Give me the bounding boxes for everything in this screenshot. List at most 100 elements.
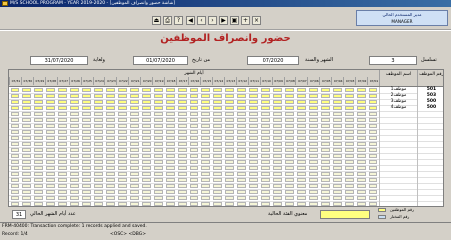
day-checkbox[interactable]	[285, 148, 294, 152]
day-checkbox[interactable]	[225, 172, 235, 176]
day-checkbox[interactable]	[58, 178, 68, 182]
day-checkbox[interactable]	[177, 88, 187, 92]
day-checkbox[interactable]	[320, 178, 330, 182]
day-checkbox[interactable]	[356, 178, 366, 182]
day-checkbox[interactable]	[58, 106, 68, 110]
day-checkbox[interactable]	[296, 100, 306, 104]
day-checkbox[interactable]	[332, 136, 342, 140]
day-checkbox[interactable]	[296, 106, 306, 110]
day-checkbox[interactable]	[320, 184, 330, 188]
day-checkbox[interactable]	[58, 148, 68, 152]
day-checkbox[interactable]	[296, 196, 306, 200]
day-checkbox[interactable]	[320, 196, 330, 200]
day-checkbox[interactable]	[273, 178, 282, 182]
day-checkbox[interactable]	[368, 154, 378, 158]
day-checkbox[interactable]	[320, 88, 330, 92]
day-checkbox[interactable]	[296, 118, 306, 122]
day-checkbox[interactable]	[105, 160, 115, 164]
day-checkbox[interactable]	[356, 94, 366, 98]
day-checkbox[interactable]	[58, 154, 68, 158]
day-checkbox[interactable]	[273, 118, 282, 122]
day-checkbox[interactable]	[320, 118, 330, 122]
day-checkbox[interactable]	[141, 166, 151, 170]
day-checkbox[interactable]	[368, 106, 378, 110]
day-checkbox[interactable]	[189, 118, 199, 122]
day-checkbox[interactable]	[153, 106, 163, 110]
day-checkbox[interactable]	[320, 106, 330, 110]
day-checkbox[interactable]	[249, 172, 259, 176]
day-checkbox[interactable]	[225, 88, 235, 92]
day-checkbox[interactable]	[320, 142, 330, 146]
day-checkbox[interactable]	[165, 172, 175, 176]
day-checkbox[interactable]	[273, 142, 282, 146]
day-checkbox[interactable]	[94, 166, 103, 170]
day-checkbox[interactable]	[34, 118, 44, 122]
day-checkbox[interactable]	[153, 88, 163, 92]
day-checkbox[interactable]	[285, 190, 294, 194]
day-checkbox[interactable]	[308, 160, 318, 164]
day-checkbox[interactable]	[34, 172, 44, 176]
day-checkbox[interactable]	[10, 94, 20, 98]
day-checkbox[interactable]	[201, 202, 211, 206]
day-checkbox[interactable]	[141, 190, 151, 194]
day-checkbox[interactable]	[10, 118, 20, 122]
day-checkbox[interactable]	[308, 106, 318, 110]
day-checkbox[interactable]	[22, 202, 32, 206]
day-checkbox[interactable]	[82, 202, 92, 206]
day-checkbox[interactable]	[10, 160, 20, 164]
day-checkbox[interactable]	[177, 160, 187, 164]
day-checkbox[interactable]	[225, 202, 235, 206]
day-checkbox[interactable]	[273, 154, 282, 158]
day-checkbox[interactable]	[273, 172, 282, 176]
day-checkbox[interactable]	[189, 100, 199, 104]
query-icon[interactable]: ?	[174, 16, 183, 25]
day-checkbox[interactable]	[177, 94, 187, 98]
day-checkbox[interactable]	[237, 124, 247, 128]
day-checkbox[interactable]	[34, 160, 44, 164]
day-checkbox[interactable]	[356, 88, 366, 92]
day-checkbox[interactable]	[58, 118, 68, 122]
day-checkbox[interactable]	[344, 124, 354, 128]
day-checkbox[interactable]	[201, 196, 211, 200]
day-checkbox[interactable]	[105, 166, 115, 170]
day-checkbox[interactable]	[332, 202, 342, 206]
day-checkbox[interactable]	[105, 118, 115, 122]
day-checkbox[interactable]	[368, 166, 378, 170]
day-checkbox[interactable]	[308, 184, 318, 188]
day-checkbox[interactable]	[129, 118, 139, 122]
day-checkbox[interactable]	[117, 202, 127, 206]
day-checkbox[interactable]	[296, 172, 306, 176]
day-checkbox[interactable]	[296, 202, 306, 206]
day-checkbox[interactable]	[308, 130, 318, 134]
day-checkbox[interactable]	[237, 136, 247, 140]
last-record-icon[interactable]: ▶	[219, 16, 228, 25]
day-checkbox[interactable]	[141, 172, 151, 176]
day-checkbox[interactable]	[70, 154, 80, 158]
day-checkbox[interactable]	[177, 202, 187, 206]
day-checkbox[interactable]	[308, 136, 318, 140]
day-checkbox[interactable]	[22, 124, 32, 128]
day-checkbox[interactable]	[368, 178, 378, 182]
day-checkbox[interactable]	[189, 184, 199, 188]
day-checkbox[interactable]	[261, 130, 271, 134]
day-checkbox[interactable]	[105, 190, 115, 194]
day-checkbox[interactable]	[82, 94, 92, 98]
day-checkbox[interactable]	[189, 130, 199, 134]
day-checkbox[interactable]	[22, 196, 32, 200]
day-checkbox[interactable]	[105, 202, 115, 206]
day-checkbox[interactable]	[58, 130, 68, 134]
day-checkbox[interactable]	[34, 196, 44, 200]
day-checkbox[interactable]	[94, 94, 103, 98]
day-checkbox[interactable]	[368, 94, 378, 98]
delete-icon[interactable]: ×	[252, 16, 261, 25]
day-checkbox[interactable]	[237, 184, 247, 188]
day-checkbox[interactable]	[332, 166, 342, 170]
day-checkbox[interactable]	[273, 184, 282, 188]
day-checkbox[interactable]	[153, 130, 163, 134]
day-checkbox[interactable]	[10, 172, 20, 176]
day-checkbox[interactable]	[82, 166, 92, 170]
next-record-icon[interactable]: ›	[208, 16, 217, 25]
day-checkbox[interactable]	[117, 106, 127, 110]
day-checkbox[interactable]	[94, 154, 103, 158]
day-checkbox[interactable]	[94, 106, 103, 110]
